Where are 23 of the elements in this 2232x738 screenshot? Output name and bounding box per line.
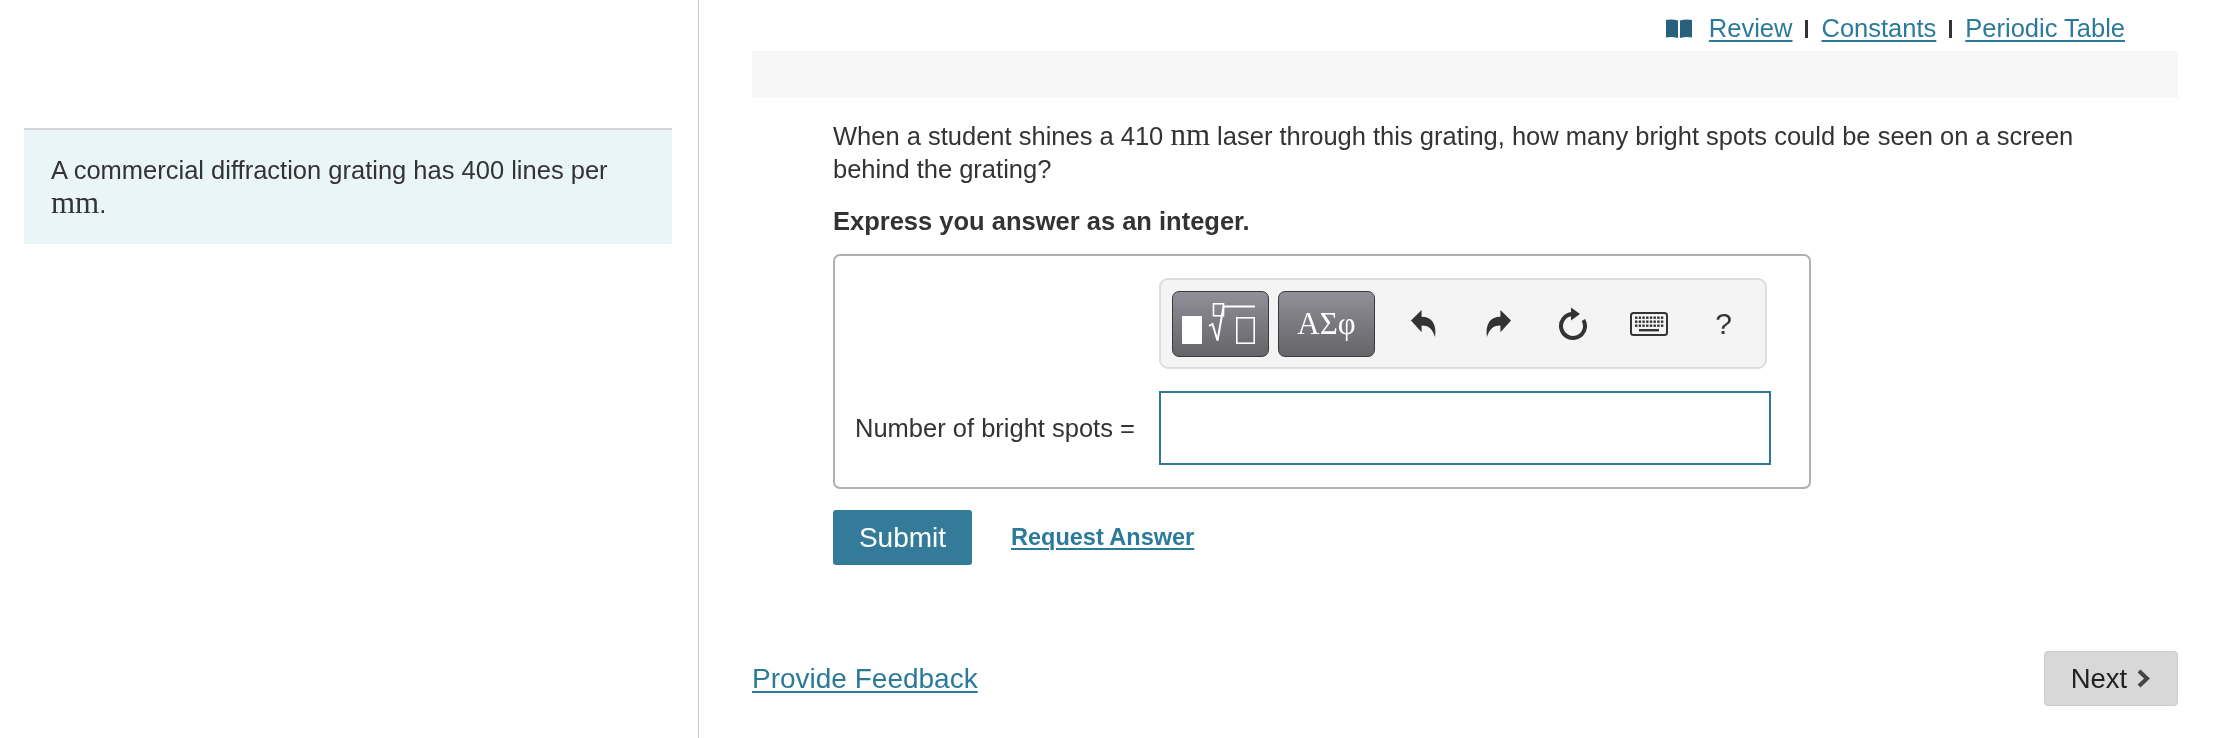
resource-link[interactable]: Constants bbox=[1821, 12, 1937, 45]
submit-button[interactable]: Submit bbox=[833, 510, 972, 565]
help-button[interactable]: ? bbox=[1712, 307, 1735, 340]
redo-icon bbox=[1485, 309, 1512, 338]
keyboard-icon bbox=[1629, 311, 1668, 336]
reset-icon bbox=[1558, 306, 1589, 341]
feedback-link[interactable]: Provide Feedback bbox=[752, 662, 978, 695]
answer-field[interactable] bbox=[1159, 391, 1771, 465]
book-icon bbox=[1665, 19, 1692, 38]
chevron-right-icon bbox=[2136, 668, 2152, 689]
instruction-text: Express you answer as an integer. bbox=[833, 206, 1251, 237]
question-text: When a student shines a 410 nm laser through this grating, how many bright spots could be seen on a screen behind the grating? bbox=[833, 119, 2075, 185]
templates-button[interactable] bbox=[1172, 290, 1269, 357]
keyboard-button[interactable] bbox=[1627, 309, 1670, 338]
root-template-icon bbox=[1181, 303, 1256, 344]
request-answer-link[interactable]: Request Answer bbox=[1011, 521, 1195, 554]
symbols-button[interactable]: ΑΣφ bbox=[1278, 290, 1375, 357]
resource-link[interactable]: Review bbox=[1665, 12, 1793, 45]
next-button[interactable]: Next bbox=[2044, 651, 2178, 706]
context-text: A commercial diffraction grating has 400 lines per mm. bbox=[51, 155, 609, 221]
undo-icon bbox=[1410, 309, 1437, 338]
resource-link[interactable]: Periodic Table bbox=[1965, 12, 2125, 45]
field-label: Number of bright spots = bbox=[855, 412, 1136, 444]
